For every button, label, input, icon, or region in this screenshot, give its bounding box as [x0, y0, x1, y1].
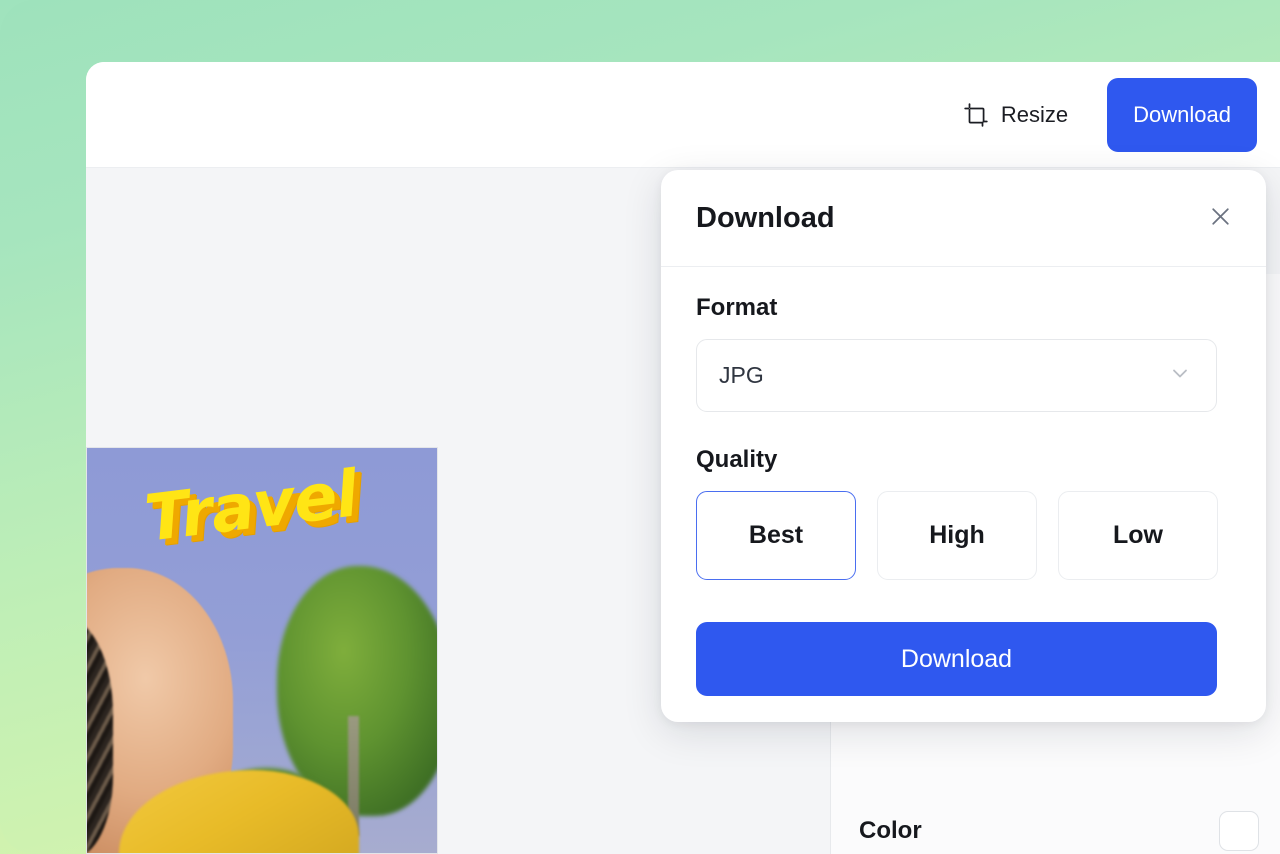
color-label: Color [859, 817, 922, 844]
properties-panel-content: Color Opacity 100 [831, 800, 1280, 854]
download-modal-header: Download [661, 170, 1266, 267]
format-select[interactable]: JPG [696, 339, 1217, 412]
close-icon [1208, 204, 1233, 232]
download-modal-title: Download [696, 201, 835, 234]
chevron-down-icon [1168, 361, 1192, 390]
modal-download-submit-button[interactable]: Download [696, 622, 1217, 696]
color-swatch-button[interactable] [1219, 811, 1259, 851]
format-label: Format [696, 294, 778, 321]
quality-option-high[interactable]: High [877, 491, 1037, 580]
quality-option-low[interactable]: Low [1058, 491, 1218, 580]
quality-option-group: Best High Low [696, 491, 1231, 580]
app-header: Resize Download [86, 62, 1280, 168]
download-modal: Download Format JPG Quality Best High Lo… [661, 170, 1266, 722]
resize-button[interactable]: Resize [963, 102, 1068, 128]
background-gradient: Resize Download Travel Color Download Fo… [0, 0, 1280, 854]
header-download-button[interactable]: Download [1107, 77, 1257, 152]
quality-option-best[interactable]: Best [696, 491, 856, 580]
download-modal-close-button[interactable] [1198, 196, 1242, 240]
color-property-row: Color [859, 800, 1259, 854]
download-modal-body: Format JPG Quality Best High Low Downloa… [661, 267, 1266, 696]
quality-label: Quality [696, 446, 778, 473]
design-image-canvas[interactable]: Travel [86, 447, 438, 854]
crop-resize-icon [963, 102, 989, 128]
format-selected-value: JPG [719, 362, 764, 388]
resize-button-label: Resize [1000, 101, 1069, 127]
